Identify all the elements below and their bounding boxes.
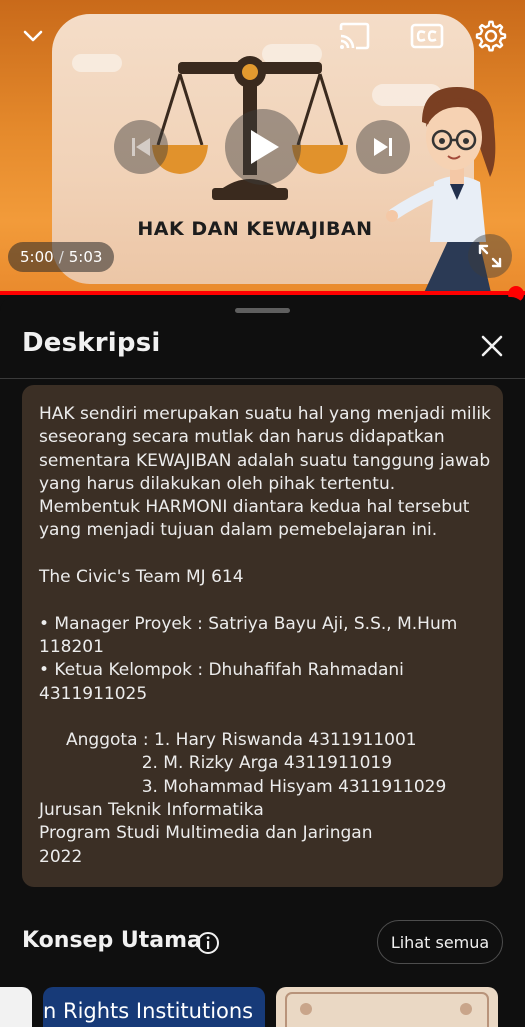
drag-handle[interactable] — [235, 308, 290, 313]
cast-button[interactable] — [336, 18, 372, 54]
video-player[interactable]: HAK DAN KEWAJIBAN 5:00 / 5:03 — [0, 0, 525, 295]
description-paragraph: The Civic's Team MJ 614 — [39, 567, 244, 588]
time-display: 5:00 / 5:03 — [8, 242, 115, 272]
gear-icon — [475, 20, 507, 52]
description-paragraph: HAK sendiri merupakan suatu hal yang men… — [39, 404, 497, 541]
captions-button[interactable] — [409, 18, 445, 54]
collapse-button[interactable] — [15, 18, 51, 54]
cast-icon — [339, 22, 370, 50]
concept-card-caption: n Rights Institutions — [43, 999, 254, 1023]
divider — [0, 378, 525, 379]
info-icon[interactable] — [196, 931, 220, 955]
total-time: 5:03 — [68, 248, 103, 266]
close-button[interactable] — [474, 328, 510, 364]
concept-card[interactable] — [0, 987, 32, 1027]
description-text: HAK sendiri merupakan suatu hal yang men… — [39, 403, 499, 869]
description-paragraph: • Manager Proyek : Satriya Bayu Aji, S.S… — [39, 613, 458, 704]
fullscreen-button[interactable] — [468, 234, 512, 278]
concept-card[interactable]: n Rights Institutions — [43, 987, 265, 1027]
captions-icon — [410, 23, 444, 49]
previous-button[interactable] — [114, 120, 168, 174]
skip-next-icon — [374, 138, 392, 156]
sheet-title: Deskripsi — [22, 328, 161, 358]
chevron-down-icon — [23, 30, 43, 42]
description-paragraph: Anggota : 1. Hary Riswanda 4311911001 2.… — [39, 730, 447, 867]
play-button[interactable] — [225, 109, 301, 185]
next-button[interactable] — [356, 120, 410, 174]
see-all-button[interactable]: Lihat semua — [377, 920, 503, 964]
concept-card[interactable] — [276, 987, 498, 1027]
play-icon — [251, 130, 279, 164]
current-time: 5:00 — [20, 248, 54, 266]
close-icon — [481, 335, 503, 357]
fullscreen-icon — [478, 244, 502, 268]
skip-previous-icon — [132, 138, 150, 156]
video-title-art: HAK DAN KEWAJIBAN — [137, 218, 373, 240]
key-concepts-title: Konsep Utama — [22, 928, 202, 953]
time-separator: / — [58, 248, 64, 266]
settings-button[interactable] — [473, 18, 509, 54]
progress-bar[interactable] — [0, 291, 525, 295]
concept-card-image — [285, 992, 489, 1027]
